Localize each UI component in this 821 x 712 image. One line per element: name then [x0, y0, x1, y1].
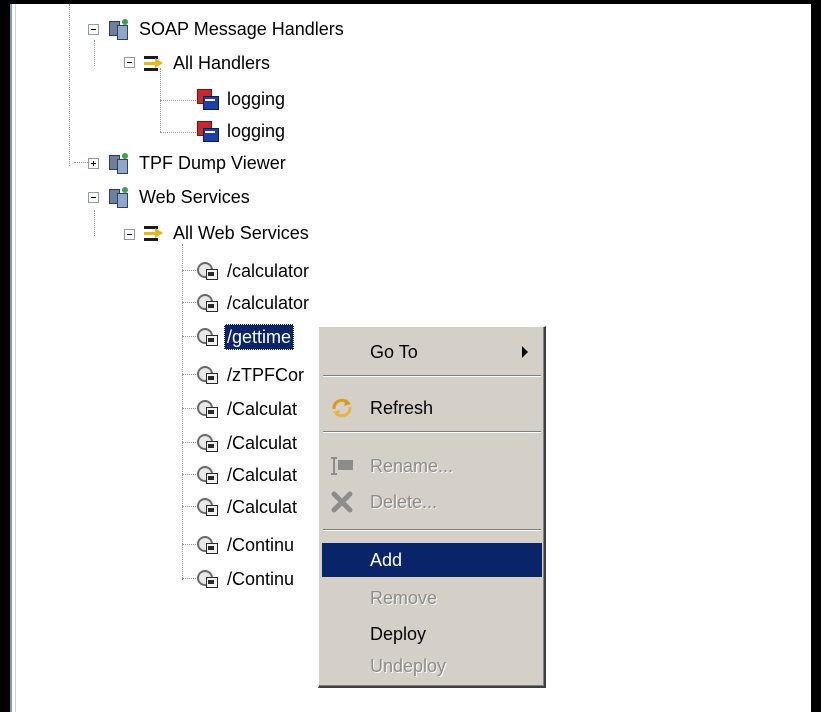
rename-icon [331, 457, 353, 475]
handlers-arrows-icon [142, 52, 164, 74]
submenu-arrow-icon [522, 346, 528, 358]
expand-toggle[interactable] [88, 158, 99, 169]
context-menu[interactable]: Go To Refresh Rename... Delete... Add Re… [318, 326, 546, 688]
tree-guide-line [94, 210, 95, 236]
tree-node-label: All Handlers [173, 53, 271, 73]
tree-node-web-services[interactable]: Web Services [108, 182, 253, 212]
tree-node-web-service[interactable]: /Calculat [196, 492, 300, 522]
tree-node-label: /calculator [227, 293, 310, 313]
tree-guide-line [182, 244, 183, 580]
tree-node-web-service[interactable]: /calculator [196, 288, 312, 318]
web-service-icon [196, 464, 218, 486]
tree-node-web-service[interactable]: /Calculat [196, 460, 300, 490]
tree-node-label: logging [227, 89, 286, 109]
menu-separator [323, 529, 541, 531]
tree-node-label: TPF Dump Viewer [139, 153, 286, 173]
collapse-toggle[interactable] [88, 24, 99, 35]
tree-node-label: /gettime [224, 324, 295, 350]
refresh-icon [332, 398, 352, 418]
web-service-icon [196, 432, 218, 454]
tree-node-tpf-dump-viewer[interactable]: TPF Dump Viewer [108, 148, 289, 178]
collapse-toggle[interactable] [124, 229, 135, 240]
menu-item-label: Undeploy [370, 655, 447, 676]
menu-item-refresh[interactable]: Refresh [322, 391, 542, 425]
menu-item-go-to[interactable]: Go To [322, 335, 542, 369]
menu-item-add[interactable]: Add [322, 543, 542, 577]
tree-node-label: SOAP Message Handlers [139, 19, 344, 39]
menu-item-label: Delete... [370, 491, 438, 512]
tree-node-web-service[interactable]: /Calculat [196, 394, 300, 424]
menu-item-label: Add [370, 549, 403, 570]
menu-item-label: Rename... [370, 455, 454, 476]
collapse-toggle[interactable] [88, 192, 99, 203]
tree-node-label: Web Services [139, 187, 250, 207]
menu-item-delete[interactable]: Delete... [322, 485, 542, 519]
handlers-arrows-icon [142, 222, 164, 244]
tree-node-web-service[interactable]: /calculator [196, 256, 312, 286]
web-service-icon [196, 364, 218, 386]
menu-item-rename[interactable]: Rename... [322, 449, 542, 483]
web-service-icon [196, 398, 218, 420]
tree-node-logging[interactable]: logging [196, 84, 288, 114]
tree-guide-line [69, 4, 70, 166]
tree-node-label: /Continu [227, 569, 295, 589]
server-group-icon [108, 18, 130, 40]
tree-node-label: /Calculat [227, 465, 298, 485]
tree-node-label: /Continu [227, 535, 295, 555]
tree-node-all-web-services[interactable]: All Web Services [142, 218, 312, 248]
menu-item-label: Go To [370, 341, 418, 362]
tree-node-web-service[interactable]: /Continu [196, 564, 297, 594]
handler-logging-icon [196, 120, 219, 142]
tree-guide-line [94, 40, 95, 66]
tree-guide-line [74, 162, 88, 163]
server-group-icon [108, 186, 130, 208]
window-frame: SOAP Message Handlers All Handlers loggi… [0, 0, 821, 712]
tree-node-web-service[interactable]: /Calculat [196, 428, 300, 458]
web-service-icon [196, 292, 218, 314]
server-group-icon [108, 152, 130, 174]
menu-separator [323, 431, 541, 433]
menu-item-label: Refresh [370, 397, 434, 418]
tree-node-label: /Calculat [227, 497, 298, 517]
tree-node-web-service-selected[interactable]: /gettime [196, 322, 295, 352]
menu-separator [323, 375, 541, 377]
menu-item-deploy[interactable]: Deploy [322, 617, 542, 651]
menu-item-label: Remove [370, 587, 438, 608]
collapse-toggle[interactable] [124, 57, 135, 68]
tree-node-label: logging [227, 121, 286, 141]
tree-node-label: /calculator [227, 261, 310, 281]
delete-icon [331, 491, 353, 513]
menu-item-label: Deploy [370, 623, 427, 644]
tree-node-web-service[interactable]: /zTPFCor [196, 360, 307, 390]
tree-node-logging[interactable]: logging [196, 116, 288, 146]
web-service-icon [196, 326, 218, 348]
web-service-icon [196, 260, 218, 282]
tree-node-soap-message-handlers[interactable]: SOAP Message Handlers [108, 14, 347, 44]
tree-node-label: /Calculat [227, 433, 298, 453]
handler-logging-icon [196, 88, 219, 110]
tree-node-label: /Calculat [227, 399, 298, 419]
tree-node-all-handlers[interactable]: All Handlers [142, 48, 273, 78]
web-service-icon [196, 496, 218, 518]
tree-node-web-service[interactable]: /Continu [196, 530, 297, 560]
web-service-icon [196, 534, 218, 556]
menu-item-undeploy[interactable]: Undeploy [322, 649, 542, 683]
web-service-icon [196, 568, 218, 590]
tree-node-label: All Web Services [173, 223, 309, 243]
tree-node-label: /zTPFCor [227, 365, 305, 385]
menu-item-remove[interactable]: Remove [322, 581, 542, 615]
